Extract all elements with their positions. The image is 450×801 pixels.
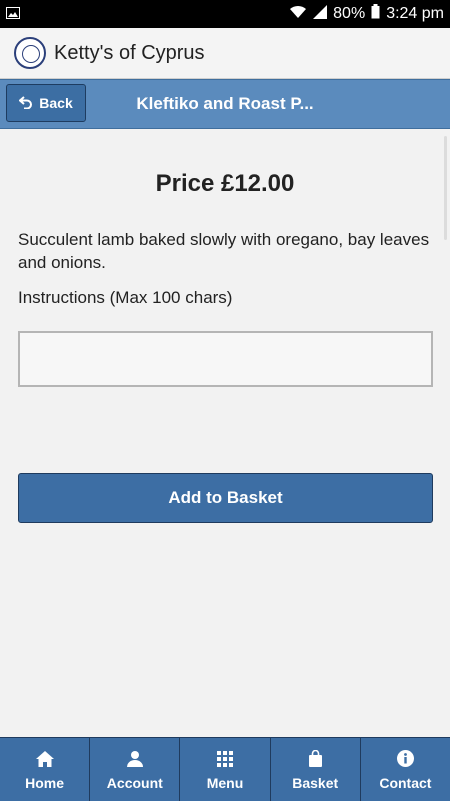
nav-menu[interactable]: Menu (180, 738, 271, 801)
nav-account-label: Account (106, 774, 163, 791)
nav-basket[interactable]: Basket (271, 738, 361, 801)
wifi-icon (289, 5, 307, 24)
back-label: Back (39, 95, 73, 111)
back-arrow-icon (18, 95, 33, 112)
nav-home-label: Home (25, 774, 65, 791)
product-description: Succulent lamb baked slowly with oregano… (18, 230, 430, 272)
page-title: Kleftiko and Roast P... (136, 94, 314, 113)
app-logo (14, 37, 46, 69)
bottom-nav: Home Account Menu Basket Contact (0, 737, 450, 801)
nav-basket-label: Basket (292, 774, 339, 791)
bag-icon (308, 749, 323, 769)
gallery-notification-icon (6, 6, 20, 24)
battery-icon (371, 4, 380, 24)
app-bar: Ketty's of Cyprus (0, 28, 450, 79)
battery-percent: 80% (333, 5, 366, 22)
nav-contact[interactable]: Contact (361, 738, 450, 801)
back-button[interactable]: Back (6, 84, 86, 122)
status-bar: 80% 3:24 pm (0, 0, 450, 28)
info-icon (396, 749, 414, 769)
signal-icon (313, 4, 328, 24)
page-header: Back Kleftiko and Roast P... (0, 79, 450, 129)
nav-home[interactable]: Home (0, 738, 91, 801)
instructions-label: Instructions (Max 100 chars) (18, 288, 233, 307)
nav-account[interactable]: Account (90, 738, 181, 801)
app-title: Ketty's of Cyprus (54, 41, 205, 64)
nav-menu-label: Menu (206, 774, 244, 791)
product-price: Price £12.00 (155, 170, 295, 197)
nav-contact-label: Contact (379, 774, 432, 791)
grid-icon (217, 749, 233, 769)
clock: 3:24 pm (386, 5, 444, 22)
user-icon (126, 749, 143, 769)
product-details: Price £12.00 Succulent lamb baked slowly… (0, 128, 450, 523)
add-to-basket-button[interactable]: Add to Basket (18, 473, 433, 523)
home-icon (35, 749, 54, 769)
instructions-input[interactable] (18, 331, 433, 387)
